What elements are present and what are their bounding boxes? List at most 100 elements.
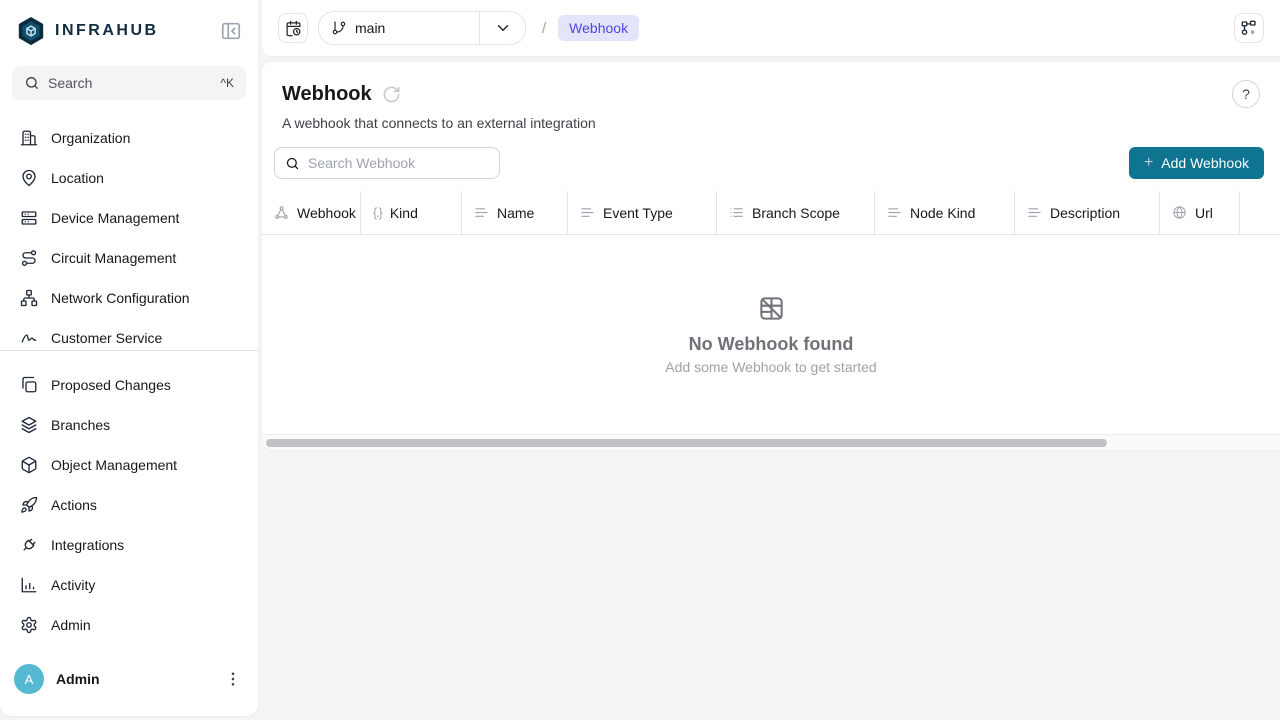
- infrahub-logo-icon: [16, 16, 46, 46]
- sidebar-item-label: Activity: [51, 577, 95, 593]
- sidebar-item-label: Network Configuration: [51, 290, 190, 306]
- list-icon: [729, 205, 744, 220]
- app-root: INFRAHUB ^K Organization Location Device…: [0, 0, 1280, 720]
- table-scrollbar-track[interactable]: [262, 434, 1280, 450]
- sidebar-item-label: Device Management: [51, 210, 179, 226]
- sidebar-item-label: Proposed Changes: [51, 377, 171, 393]
- layers-icon: [20, 416, 38, 434]
- sidebar-item-device-management[interactable]: Device Management: [6, 198, 252, 238]
- kebab-menu-icon[interactable]: [224, 670, 242, 688]
- sidebar-item-integrations[interactable]: Integrations: [6, 525, 252, 565]
- column-header-url[interactable]: Url: [1160, 191, 1240, 234]
- refresh-icon[interactable]: [382, 85, 401, 104]
- copy-icon: [20, 376, 38, 394]
- sidebar-item-admin[interactable]: Admin: [6, 605, 252, 645]
- text-icon: [474, 205, 489, 220]
- sidebar-item-location[interactable]: Location: [6, 158, 252, 198]
- table-header-row: Webhook {.} Kind Name Event Type Branch …: [262, 191, 1280, 235]
- git-branch-icon: [331, 20, 347, 36]
- branch-selector-value: main: [319, 20, 479, 36]
- sidebar-item-customer-service[interactable]: Customer Service: [6, 318, 252, 350]
- sidebar-item-branches[interactable]: Branches: [6, 405, 252, 445]
- column-header-filler: [1240, 191, 1280, 234]
- column-label: Url: [1195, 205, 1213, 221]
- page-subtitle: A webhook that connects to an external i…: [282, 115, 1260, 131]
- search-icon: [24, 75, 40, 91]
- cube-icon: [20, 456, 38, 474]
- table-scrollbar-thumb[interactable]: [266, 439, 1107, 447]
- panel-collapse-icon: [220, 20, 242, 42]
- globe-icon: [1172, 205, 1187, 220]
- page-title: Webhook: [282, 83, 372, 106]
- search-shortcut: ^K: [220, 76, 234, 90]
- relationship-icon: [274, 205, 289, 220]
- sidebar-search[interactable]: ^K: [12, 66, 246, 100]
- schema-visualizer-button[interactable]: [1234, 13, 1264, 43]
- column-label: Event Type: [603, 205, 673, 221]
- sidebar-item-activity[interactable]: Activity: [6, 565, 252, 605]
- column-label: Name: [497, 205, 534, 221]
- sidebar-item-actions[interactable]: Actions: [6, 485, 252, 525]
- bar-chart-icon: [20, 576, 38, 594]
- sidebar-spacer: [0, 645, 258, 652]
- rocket-icon: [20, 496, 38, 514]
- sidebar-item-label: Actions: [51, 497, 97, 513]
- sidebar-item-label: Object Management: [51, 457, 177, 473]
- sidebar-nav-primary: Organization Location Device Management …: [0, 118, 258, 350]
- column-header-kind[interactable]: {.} Kind: [361, 191, 462, 234]
- column-header-node-kind[interactable]: Node Kind: [875, 191, 1015, 234]
- add-webhook-label: Add Webhook: [1161, 155, 1249, 171]
- sidebar-item-label: Organization: [51, 130, 130, 146]
- infrahub-logo-text: INFRAHUB: [55, 22, 159, 40]
- add-webhook-button[interactable]: + Add Webhook: [1129, 147, 1264, 179]
- sidebar-item-proposed-changes[interactable]: Proposed Changes: [6, 365, 252, 405]
- no-data-table-icon: [758, 295, 785, 322]
- webhook-search[interactable]: [274, 147, 500, 179]
- sidebar-search-input[interactable]: [48, 75, 212, 91]
- building-icon: [20, 129, 38, 147]
- column-header-webhook[interactable]: Webhook: [262, 191, 361, 234]
- calendar-clock-icon: [285, 20, 302, 37]
- text-icon: [887, 205, 902, 220]
- branch-selector[interactable]: main: [318, 11, 526, 45]
- breadcrumb-webhook[interactable]: Webhook: [558, 15, 639, 41]
- sidebar-item-circuit-management[interactable]: Circuit Management: [6, 238, 252, 278]
- column-label: Kind: [390, 205, 418, 221]
- user-menu[interactable]: A Admin: [0, 652, 258, 716]
- network-icon: [20, 289, 38, 307]
- column-label: Node Kind: [910, 205, 975, 221]
- help-button[interactable]: ?: [1232, 80, 1260, 108]
- infrahub-logo[interactable]: INFRAHUB: [16, 16, 159, 46]
- empty-state: No Webhook found Add some Webhook to get…: [262, 235, 1280, 434]
- braces-icon: {.}: [373, 206, 382, 220]
- server-icon: [20, 209, 38, 227]
- topbar: main / Webhook: [262, 0, 1280, 56]
- column-header-branch-scope[interactable]: Branch Scope: [717, 191, 875, 234]
- toolbar: + Add Webhook: [262, 131, 1280, 191]
- time-travel-button[interactable]: [278, 13, 308, 43]
- main-area: main / Webhook Webhook ? A webhook tha: [262, 0, 1280, 720]
- sidebar-collapse-button[interactable]: [218, 18, 244, 44]
- sidebar-item-label: Branches: [51, 417, 110, 433]
- sidebar-item-network-configuration[interactable]: Network Configuration: [6, 278, 252, 318]
- column-header-name[interactable]: Name: [462, 191, 568, 234]
- column-label: Branch Scope: [752, 205, 840, 221]
- text-icon: [580, 205, 595, 220]
- column-header-event-type[interactable]: Event Type: [568, 191, 717, 234]
- branch-selector-caret[interactable]: [479, 12, 525, 44]
- route-icon: [20, 249, 38, 267]
- chevron-down-icon: [494, 19, 512, 37]
- avatar: A: [14, 664, 44, 694]
- column-header-description[interactable]: Description: [1015, 191, 1160, 234]
- sidebar-divider: [0, 350, 258, 351]
- webhook-search-input[interactable]: [308, 155, 489, 171]
- webhook-content-card: Webhook ? A webhook that connects to an …: [262, 62, 1280, 450]
- text-icon: [1027, 205, 1042, 220]
- empty-state-title: No Webhook found: [689, 334, 854, 355]
- sidebar-item-object-management[interactable]: Object Management: [6, 445, 252, 485]
- branch-name: main: [355, 20, 385, 36]
- sidebar-item-organization[interactable]: Organization: [6, 118, 252, 158]
- signature-icon: [20, 329, 38, 347]
- empty-state-subtitle: Add some Webhook to get started: [665, 359, 876, 375]
- page-header: Webhook ? A webhook that connects to an …: [262, 62, 1280, 131]
